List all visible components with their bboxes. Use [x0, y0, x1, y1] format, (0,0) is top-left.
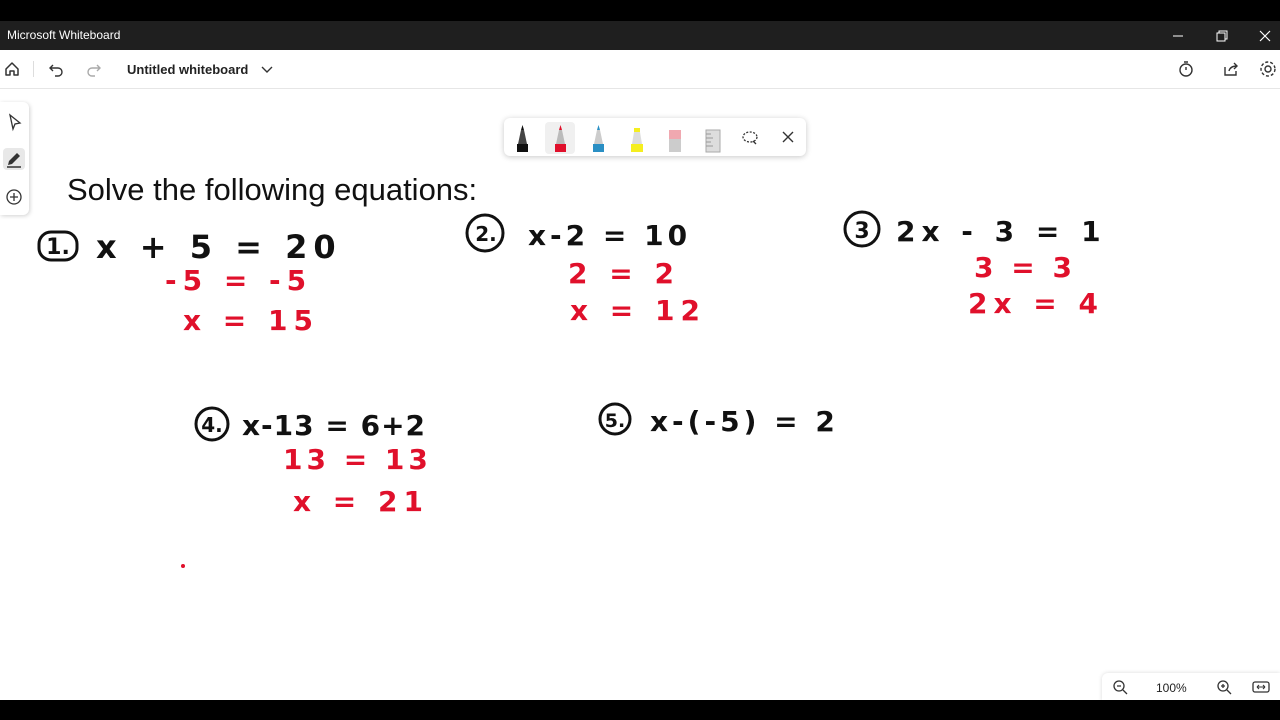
highlighter-icon [631, 128, 643, 152]
black-pen[interactable] [507, 122, 537, 154]
app-bar: Untitled whiteboard [0, 50, 1280, 89]
lasso-tool[interactable] [735, 122, 765, 154]
redo-button[interactable] [83, 58, 105, 80]
close-window-button[interactable] [1254, 25, 1276, 47]
canvas-heading: Solve the following equations: [67, 172, 478, 207]
bottom-letterbox [0, 700, 1280, 720]
zoom-in-icon [1217, 680, 1232, 695]
ruler[interactable] [697, 122, 727, 154]
highlighter[interactable] [621, 122, 651, 154]
blue-pen-icon [593, 125, 604, 152]
pen-icon [7, 153, 21, 168]
pen-tool-button[interactable] [3, 148, 25, 170]
ruler-icon [705, 129, 721, 153]
timer-button[interactable] [1175, 58, 1197, 80]
eraser-icon [669, 130, 681, 152]
home-icon [5, 62, 19, 76]
close-icon [782, 131, 794, 143]
redo-icon [87, 64, 101, 77]
restore-icon [1216, 30, 1228, 42]
home-button[interactable] [1, 58, 23, 80]
blue-pen[interactable] [583, 122, 613, 154]
undo-button[interactable] [45, 58, 67, 80]
share-icon [1224, 62, 1238, 76]
eraser[interactable] [659, 122, 689, 154]
select-icon [8, 113, 22, 132]
zoom-level[interactable]: 100% [1156, 681, 1187, 695]
lasso-icon [742, 131, 758, 145]
timer-icon [1179, 61, 1193, 77]
zoom-in-button[interactable] [1213, 676, 1235, 703]
title-bar: Microsoft Whiteboard [0, 21, 1280, 50]
settings-button[interactable] [1257, 58, 1279, 80]
close-icon [1259, 30, 1271, 42]
settings-icon [1260, 61, 1276, 77]
undo-icon [49, 64, 63, 77]
zoom-out-icon [1113, 680, 1128, 695]
zoom-controls: 100% [1102, 673, 1280, 701]
left-toolbar [0, 102, 29, 215]
minimize-button[interactable] [1167, 25, 1189, 47]
close-tray-button[interactable] [773, 122, 803, 154]
fit-to-screen-button[interactable] [1250, 676, 1272, 703]
minimize-icon [1173, 35, 1183, 37]
document-title[interactable]: Untitled whiteboard [127, 62, 248, 77]
add-icon [6, 189, 22, 205]
window-title: Microsoft Whiteboard [7, 28, 121, 42]
divider [33, 61, 34, 77]
fit-icon [1252, 681, 1270, 693]
red-pen-icon [555, 125, 566, 152]
share-button[interactable] [1220, 58, 1242, 80]
zoom-out-button[interactable] [1109, 676, 1131, 703]
chevron-down-icon [261, 66, 273, 73]
red-pen[interactable] [545, 122, 575, 154]
add-button[interactable] [3, 186, 25, 208]
select-tool-button[interactable] [3, 111, 25, 133]
restore-button[interactable] [1211, 25, 1233, 47]
pen-tray [504, 118, 806, 156]
black-pen-icon [517, 125, 528, 152]
title-dropdown[interactable] [256, 58, 278, 80]
